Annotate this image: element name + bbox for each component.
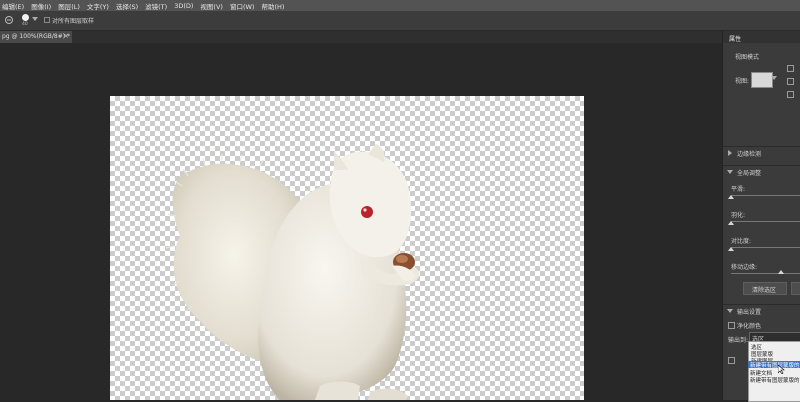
brush-icon[interactable] (21, 13, 30, 22)
menu-view[interactable]: 视图(V) (198, 1, 228, 11)
document-tab[interactable]: pg @ 100%(RGB/8#) * (0, 31, 72, 43)
high-quality-preview-checkbox[interactable] (787, 91, 794, 98)
sample-all-layers-checkbox[interactable] (44, 17, 50, 23)
view-thumbnail[interactable] (751, 72, 773, 88)
mouse-cursor-icon (778, 365, 785, 374)
document-tab-bar (0, 31, 722, 43)
contrast-label: 对比度: (731, 238, 752, 245)
remember-settings-checkbox[interactable] (728, 357, 735, 364)
close-icon[interactable]: × (63, 32, 69, 40)
sample-all-layers-label: 对所有图层取样 (52, 18, 95, 25)
shift-edge-slider[interactable] (731, 273, 800, 274)
squirrel-image (165, 144, 420, 400)
decontaminate-checkbox[interactable] (728, 322, 735, 329)
contrast-slider-handle[interactable] (728, 247, 734, 251)
output-settings-label: 输出设置 (737, 309, 762, 316)
shift-edge-slider-handle[interactable] (778, 270, 784, 274)
menu-3d[interactable]: 3D(D) (172, 2, 198, 10)
decontaminate-label: 净化颜色 (737, 323, 762, 330)
clear-selection-button[interactable]: 清除选区 (743, 282, 787, 295)
dropdown-item-new-doc-with-mask[interactable]: 新建带有图层蒙版的 (750, 376, 800, 384)
options-bar: 40 对所有图层取样 (0, 11, 800, 31)
chevron-down-icon[interactable] (32, 17, 38, 22)
view-label: 视图: (735, 78, 750, 85)
chevron-down-icon[interactable] (771, 76, 777, 81)
menu-help[interactable]: 帮助(H) (259, 1, 289, 11)
smooth-slider[interactable] (731, 195, 800, 196)
feather-slider[interactable] (731, 221, 800, 222)
menu-filter[interactable]: 滤镜(T) (143, 1, 172, 11)
document-tab-title: pg @ 100%(RGB/8#) * (2, 33, 70, 40)
menu-bar: 编辑(E) 图像(I) 图层(L) 文字(Y) 选择(S) 滤镜(T) 3D(D… (0, 0, 800, 11)
menu-select[interactable]: 选择(S) (114, 1, 143, 11)
global-refine-section[interactable] (723, 165, 800, 176)
menu-window[interactable]: 窗口(W) (228, 1, 260, 11)
global-refine-label: 全局调整 (737, 170, 762, 177)
panel-tab-properties[interactable]: 属性 (729, 34, 741, 43)
show-original-checkbox[interactable] (787, 78, 794, 85)
shift-edge-label: 移动边缘: (731, 264, 758, 271)
chevron-down-icon[interactable] (727, 309, 733, 313)
output-to-label: 输出到: (728, 337, 749, 344)
edge-detection-label: 边缘检测 (737, 151, 762, 158)
dropdown-item-new-layer-with-mask[interactable]: 新建带有图层蒙版的 (750, 361, 800, 369)
output-settings-section[interactable] (723, 304, 800, 315)
dropdown-item-highlight[interactable]: 新建带有图层蒙版的 (748, 361, 800, 369)
clear-selection-label: 清除选区 (752, 287, 777, 294)
menu-type[interactable]: 文字(Y) (85, 1, 114, 11)
feather-slider-handle[interactable] (728, 221, 734, 225)
brush-size: 40 (22, 22, 28, 27)
feather-label: 羽化: (731, 212, 746, 219)
chevron-right-icon[interactable] (728, 150, 732, 156)
menu-edit[interactable]: 编辑(E) (0, 1, 29, 11)
invert-button[interactable] (791, 282, 800, 295)
show-edge-checkbox[interactable] (787, 65, 794, 72)
smooth-slider-handle[interactable] (728, 195, 734, 199)
tool-preset-icon[interactable] (4, 15, 14, 25)
chevron-down-icon[interactable] (727, 170, 733, 174)
smooth-label: 平滑: (731, 186, 746, 193)
edge-detection-section[interactable] (723, 146, 800, 157)
contrast-slider[interactable] (731, 247, 800, 248)
view-mode-label: 视图模式 (735, 54, 760, 61)
menu-layer[interactable]: 图层(L) (56, 1, 85, 11)
menu-image[interactable]: 图像(I) (29, 1, 56, 11)
